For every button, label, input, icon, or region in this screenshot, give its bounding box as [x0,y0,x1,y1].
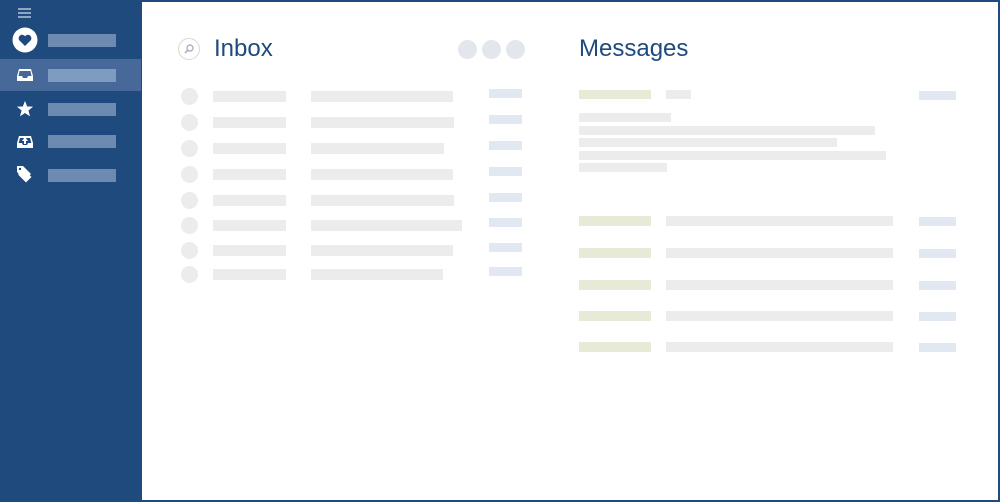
subject-placeholder [311,245,453,256]
sender-placeholder [213,220,286,231]
sender-placeholder [579,342,651,352]
action-dot-button[interactable] [482,40,501,59]
message-meta-placeholder [666,90,691,99]
sidebar-item-inbox[interactable] [0,59,141,91]
body-line [579,163,667,172]
messages-title: Messages [579,35,689,62]
sidebar-item-label [48,169,116,182]
action-dot-button[interactable] [506,40,525,59]
outbox-tray-icon [12,129,38,153]
date-placeholder [489,141,522,150]
sidebar-item-favorites[interactable] [0,24,141,56]
subject-placeholder [311,195,454,206]
search-icon[interactable] [178,38,200,60]
subject-placeholder [311,117,454,128]
sidebar-item-label [48,103,116,116]
main-content: Inbox Messages [142,2,998,500]
date-placeholder [489,243,522,252]
sender-placeholder [213,143,286,154]
sender-placeholder [579,280,651,290]
sender-placeholder [213,169,286,180]
body-line [579,113,671,122]
subject-placeholder [666,342,893,352]
inbox-title: Inbox [214,35,273,62]
sender-placeholder [579,216,651,226]
sidebar [0,0,141,502]
message-date-placeholder [919,91,956,100]
avatar [181,88,198,105]
avatar [181,114,198,131]
avatar [181,140,198,157]
subject-placeholder [311,169,453,180]
tag-icon [12,163,38,187]
sender-placeholder [579,311,651,321]
date-placeholder [489,115,522,124]
sender-placeholder [213,245,286,256]
sender-placeholder [213,117,286,128]
date-placeholder [489,218,522,227]
sidebar-item-label [48,34,116,47]
subject-placeholder [666,248,893,258]
hamburger-icon[interactable] [18,8,31,18]
avatar [181,217,198,234]
body-line [579,126,875,135]
body-line [579,151,886,160]
subject-placeholder [311,220,462,231]
star-icon [12,97,38,121]
subject-placeholder [666,311,893,321]
date-placeholder [489,89,522,98]
date-placeholder [489,193,522,202]
subject-placeholder [666,216,893,226]
sidebar-item-outbox[interactable] [0,125,141,157]
avatar [181,242,198,259]
avatar [181,166,198,183]
avatar [181,192,198,209]
date-placeholder [919,217,956,226]
inbox-tray-icon [12,63,38,87]
subject-placeholder [666,280,893,290]
sender-placeholder [213,195,286,206]
avatar [181,266,198,283]
sidebar-item-starred[interactable] [0,93,141,125]
message-sender-placeholder [579,90,651,99]
heart-icon [12,27,38,53]
sender-placeholder [213,269,286,280]
action-dot-button[interactable] [458,40,477,59]
body-line [579,138,837,147]
date-placeholder [919,312,956,321]
date-placeholder [919,249,956,258]
sender-placeholder [579,248,651,258]
sidebar-item-label [48,135,116,148]
sidebar-item-tags[interactable] [0,159,141,191]
subject-placeholder [311,143,444,154]
date-placeholder [919,281,956,290]
date-placeholder [919,343,956,352]
subject-placeholder [311,91,453,102]
date-placeholder [489,267,522,276]
subject-placeholder [311,269,443,280]
sidebar-item-label [48,69,116,82]
date-placeholder [489,167,522,176]
sender-placeholder [213,91,286,102]
